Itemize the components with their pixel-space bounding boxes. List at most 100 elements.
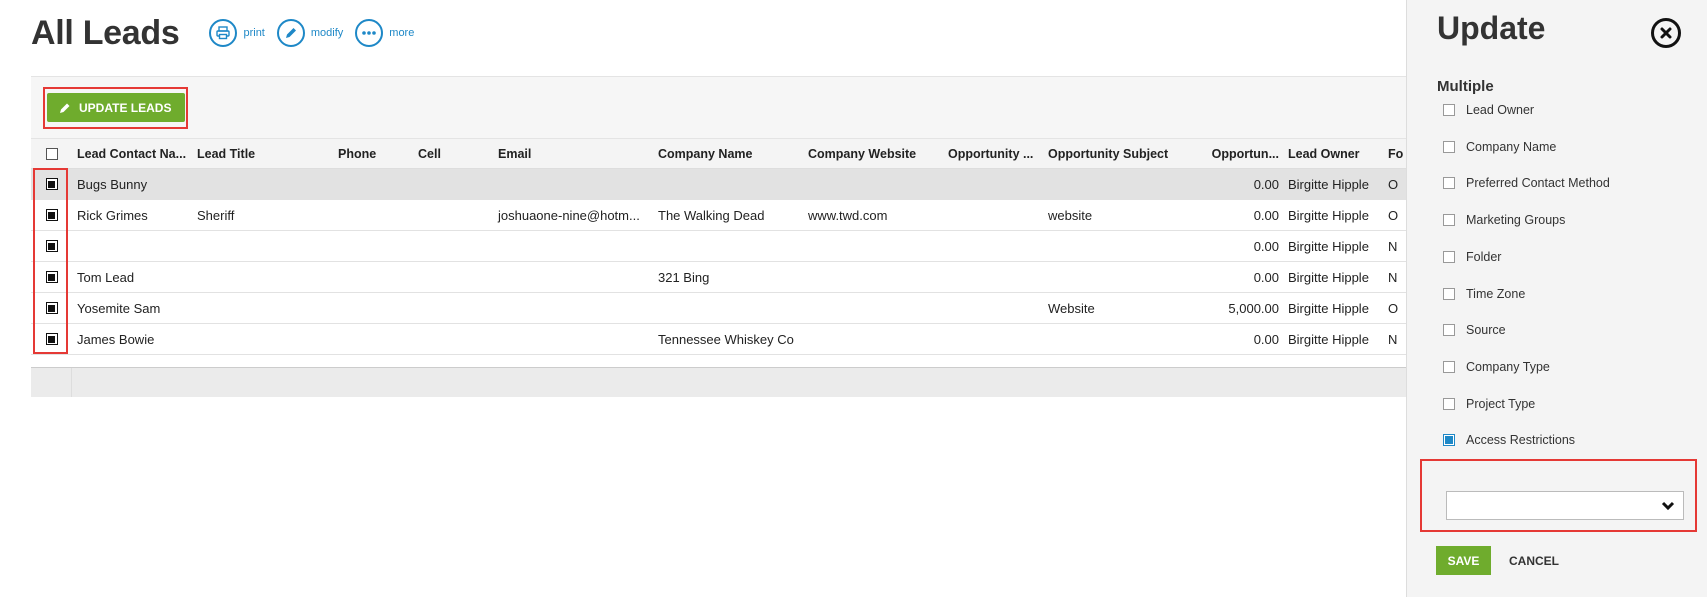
option-label: Folder xyxy=(1466,249,1502,264)
table-header: Lead Contact Na... Lead Title Phone Cell… xyxy=(31,138,1411,169)
select-all-cell xyxy=(31,147,72,160)
option-company-type[interactable]: Company Type xyxy=(1443,360,1550,374)
option-checkbox[interactable] xyxy=(1443,360,1455,373)
option-lead-owner[interactable]: Lead Owner xyxy=(1443,103,1534,117)
table-cell: Birgitte Hipple xyxy=(1288,207,1369,223)
column-header[interactable]: Cell xyxy=(413,147,493,161)
column-header[interactable]: Lead Owner xyxy=(1283,147,1383,161)
option-checkbox[interactable] xyxy=(1443,324,1455,337)
footer-gutter xyxy=(31,368,72,397)
column-header[interactable]: Company Website xyxy=(803,147,943,161)
option-checkbox[interactable] xyxy=(1443,177,1455,190)
row-select-cell xyxy=(31,271,72,283)
row-checkbox[interactable] xyxy=(45,302,58,314)
row-checkbox[interactable] xyxy=(45,178,58,190)
option-checkbox[interactable] xyxy=(1443,434,1455,447)
table-cell: 5,000.00 xyxy=(1228,300,1279,316)
page: All Leads print modify more UPDATE LEADS xyxy=(0,0,1707,597)
option-checkbox[interactable] xyxy=(1443,250,1455,263)
row-checkbox[interactable] xyxy=(45,271,58,283)
table-cell: Birgitte Hipple xyxy=(1288,331,1369,347)
table-cell: Bugs Bunny xyxy=(77,176,148,192)
table-cell: Birgitte Hipple xyxy=(1288,269,1369,285)
cancel-button[interactable]: CANCEL xyxy=(1509,546,1559,575)
table-row[interactable]: Yosemite Sam Website 5,000.00 Birgitte Hipp… xyxy=(31,293,1411,324)
table-row[interactable]: 0.00 Birgitte Hipple N xyxy=(31,231,1411,262)
table-row[interactable]: Rick Grimes Sheriff joshuaone-nine@hotm...… xyxy=(31,200,1411,231)
option-project-type[interactable]: Project Type xyxy=(1443,397,1535,411)
modify-action[interactable]: modify xyxy=(276,19,343,47)
table-cell: joshuaone-nine@hotm... xyxy=(498,207,640,223)
more-label[interactable]: more xyxy=(389,27,414,39)
option-label: Access Restrictions xyxy=(1466,433,1576,448)
option-folder[interactable]: Folder xyxy=(1443,250,1501,264)
option-label: Lead Owner xyxy=(1466,103,1535,117)
row-checkbox[interactable] xyxy=(45,333,58,345)
pencil-icon xyxy=(60,103,70,113)
select-all-checkbox[interactable] xyxy=(45,147,58,160)
row-select-cell xyxy=(31,178,72,190)
table-cell: Sheriff xyxy=(197,207,235,223)
table-row[interactable]: Tom Lead 321 Bing 0.00 Birgitte Hipple N xyxy=(31,262,1411,293)
column-header[interactable]: Email xyxy=(493,147,653,161)
update-leads-label: UPDATE LEADS xyxy=(79,100,172,115)
list-toolbar: UPDATE LEADS xyxy=(31,76,1411,138)
option-checkbox[interactable] xyxy=(1443,397,1455,410)
column-header[interactable]: Phone xyxy=(333,147,413,161)
update-leads-button[interactable]: UPDATE LEADS xyxy=(47,93,186,122)
option-source[interactable]: Source xyxy=(1443,323,1506,337)
option-label: Source xyxy=(1466,323,1506,338)
chevron-down-icon xyxy=(1661,501,1675,510)
access-restrictions-select[interactable] xyxy=(1446,491,1684,520)
table-cell: Website xyxy=(1048,300,1095,316)
option-checkbox[interactable] xyxy=(1443,214,1455,227)
save-button[interactable]: SAVE xyxy=(1436,546,1491,575)
column-header[interactable]: Lead Contact Na... xyxy=(72,147,192,161)
more-icon[interactable] xyxy=(355,19,384,47)
table-cell: 0.00 xyxy=(1253,238,1279,254)
table-cell: Tennessee Whiskey Co xyxy=(658,331,794,347)
row-select-cell xyxy=(31,209,72,221)
print-action[interactable]: print xyxy=(209,19,265,47)
leads-table: Lead Contact Na... Lead Title Phone Cell… xyxy=(31,138,1411,397)
row-select-cell xyxy=(31,333,72,345)
table-cell: www.twd.com xyxy=(808,207,888,223)
print-icon[interactable] xyxy=(209,19,238,47)
print-label[interactable]: print xyxy=(243,27,264,39)
option-time-zone[interactable]: Time Zone xyxy=(1443,287,1525,301)
row-select-cell xyxy=(31,240,72,252)
panel-title: Update xyxy=(1437,10,1546,46)
option-label: Project Type xyxy=(1466,396,1536,411)
option-checkbox[interactable] xyxy=(1443,140,1455,153)
option-access-restrictions[interactable]: Access Restrictions xyxy=(1443,433,1575,447)
table-row[interactable]: James Bowie Tennessee Whiskey Co 0.00 Birgi… xyxy=(31,324,1411,355)
option-company-name[interactable]: Company Name xyxy=(1443,140,1556,154)
table-cell: 0.00 xyxy=(1253,176,1279,192)
table-cell: Rick Grimes xyxy=(77,207,148,223)
panel-subtitle: Multiple xyxy=(1437,78,1494,95)
close-icon[interactable] xyxy=(1651,18,1681,48)
page-header: All Leads print modify more xyxy=(31,8,426,58)
row-checkbox[interactable] xyxy=(45,209,58,221)
column-header[interactable]: Lead Title xyxy=(192,147,333,161)
table-cell: Birgitte Hipple xyxy=(1288,238,1369,254)
modify-label[interactable]: modify xyxy=(311,27,343,39)
option-marketing-groups[interactable]: Marketing Groups xyxy=(1443,213,1565,227)
pencil-icon[interactable] xyxy=(276,19,305,47)
option-label: Marketing Groups xyxy=(1466,213,1566,228)
more-action[interactable]: more xyxy=(355,19,414,47)
column-header[interactable]: Opportunity ... xyxy=(943,147,1043,161)
row-checkbox[interactable] xyxy=(45,240,58,252)
column-header[interactable]: Company Name xyxy=(653,147,803,161)
table-cell: 0.00 xyxy=(1253,269,1279,285)
column-header[interactable]: Opportunity Subject xyxy=(1043,147,1183,161)
table-cell: 321 Bing xyxy=(658,269,710,285)
option-preferred-contact-method[interactable]: Preferred Contact Method xyxy=(1443,176,1610,190)
column-header[interactable]: Opportun... xyxy=(1183,147,1283,161)
option-label: Time Zone xyxy=(1466,286,1526,301)
page-title: All Leads xyxy=(31,13,180,52)
table-row[interactable]: Bugs Bunny 0.00 Birgitte Hipple O xyxy=(31,169,1411,200)
option-checkbox[interactable] xyxy=(1443,287,1455,300)
option-checkbox[interactable] xyxy=(1443,104,1455,116)
table-cell: Birgitte Hipple xyxy=(1288,176,1369,192)
